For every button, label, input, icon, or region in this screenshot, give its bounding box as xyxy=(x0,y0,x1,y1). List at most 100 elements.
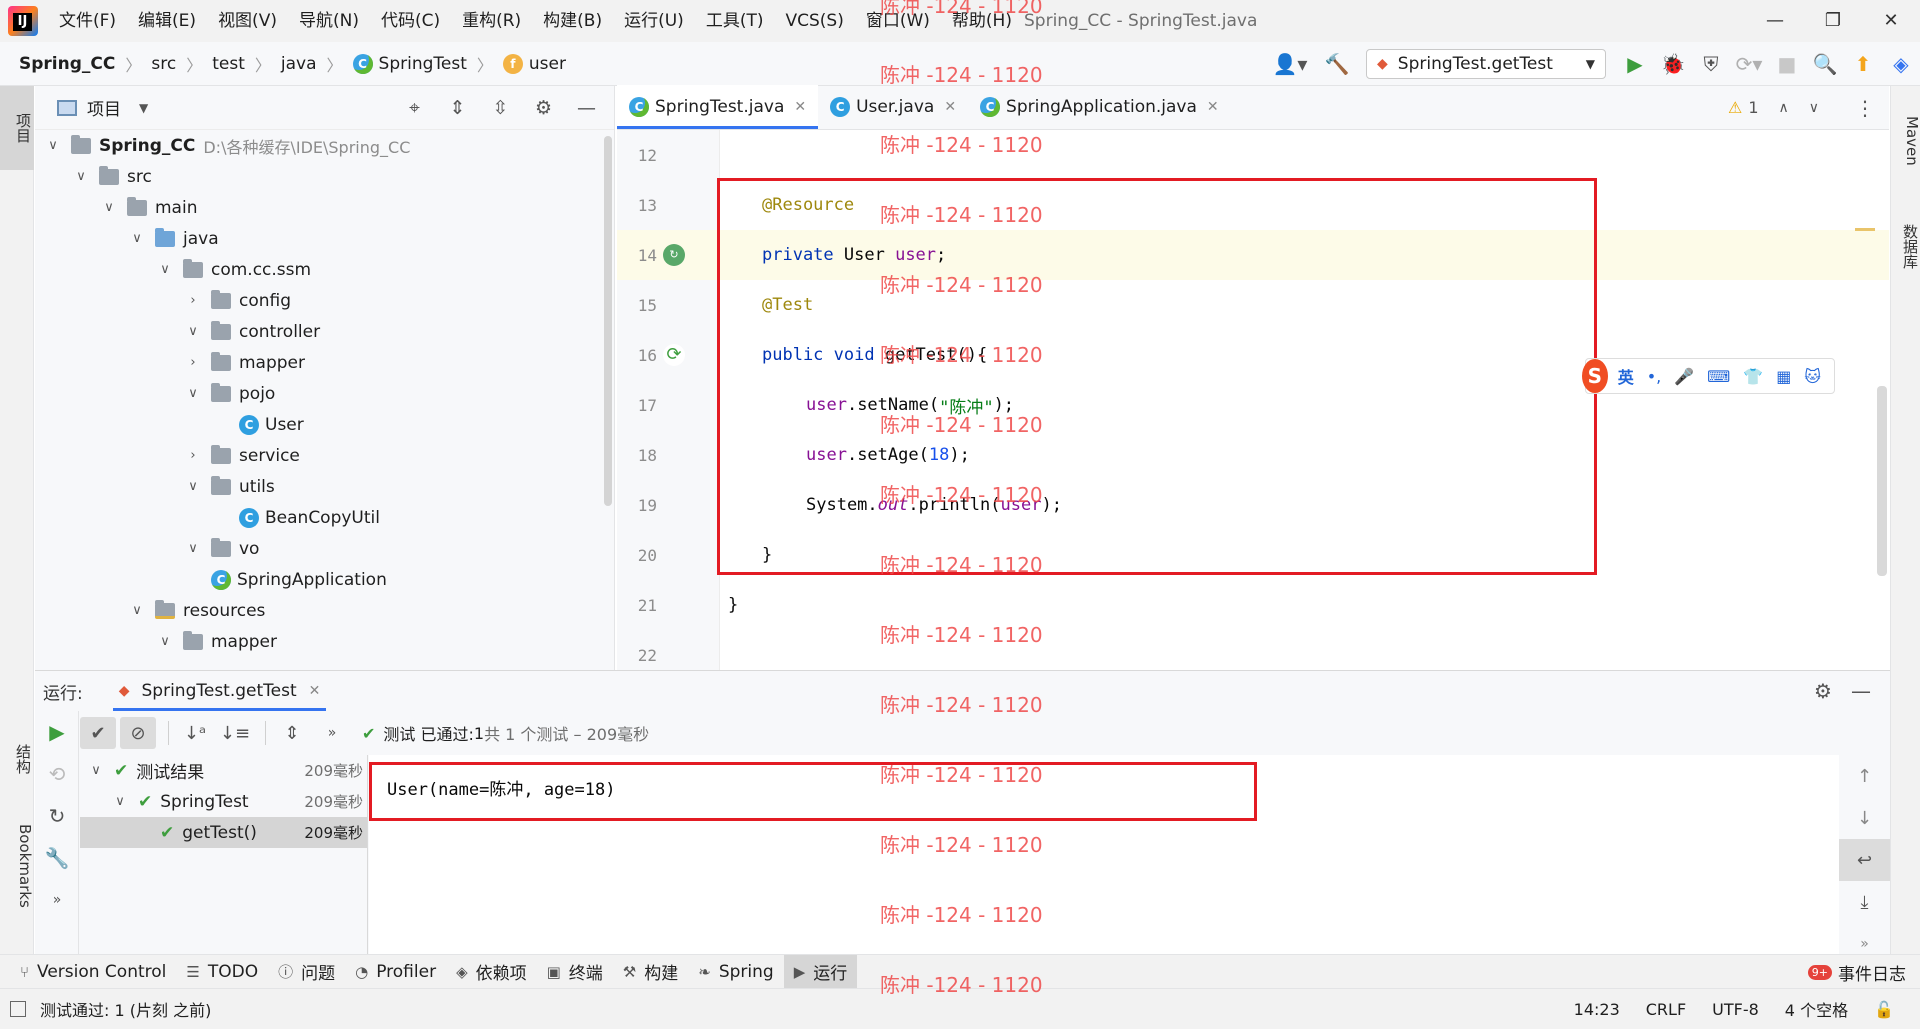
line-separator[interactable]: CRLF xyxy=(1646,1000,1686,1019)
tree-item-vo[interactable]: ∨ vo xyxy=(35,533,615,564)
structure-tool-tab[interactable]: 结构 xyxy=(0,724,34,794)
menu-navigate[interactable]: 导航(N) xyxy=(288,0,370,42)
skin-icon[interactable]: 👕 xyxy=(1743,367,1763,386)
inspection-widget[interactable]: ⚠ 1 ∧ ∨ xyxy=(1728,98,1819,117)
editor-scrollbar[interactable] xyxy=(1877,386,1887,576)
chevron-down-icon[interactable]: ∨ xyxy=(86,763,106,778)
close-tab-icon[interactable]: ✕ xyxy=(1207,99,1219,115)
close-tab-icon[interactable]: ✕ xyxy=(944,99,956,115)
chevron-down-icon[interactable]: ∨ xyxy=(71,169,91,184)
chevron-down-icon[interactable]: ∨ xyxy=(183,386,203,401)
more-options-icon[interactable]: ⋮ xyxy=(1855,96,1875,120)
menu-help[interactable]: 帮助(H) xyxy=(941,0,1023,42)
scroll-to-end-icon[interactable]: ⤓ xyxy=(1839,881,1890,923)
ime-toolbar[interactable]: S 英 •, 🎤 ⌨ 👕 ▦ 🐱 xyxy=(1582,358,1835,394)
tree-item-resources-mapper[interactable]: ∨ mapper xyxy=(35,626,615,657)
tool-run[interactable]: ▶ 运行 xyxy=(783,954,858,989)
sort-duration-icon[interactable]: ↓≡ xyxy=(217,717,253,749)
search-icon[interactable]: 🔍 xyxy=(1806,47,1844,81)
menu-code[interactable]: 代码(C) xyxy=(370,0,451,42)
tool-todo[interactable]: ☰ TODO xyxy=(176,955,268,989)
tool-version-control[interactable]: ⑂ Version Control xyxy=(10,955,176,989)
chevron-down-icon[interactable]: ∨ xyxy=(127,231,147,246)
profile-icon[interactable]: ⟳▾ xyxy=(1730,47,1768,81)
breadcrumb-src[interactable]: src xyxy=(151,54,176,74)
indent-setting[interactable]: 4 个空格 xyxy=(1785,997,1848,1021)
debug-icon[interactable]: 🐞 xyxy=(1654,47,1692,81)
breadcrumb-java[interactable]: java xyxy=(281,54,317,74)
project-view-selector[interactable]: 项目 ▼ xyxy=(57,95,148,120)
chevron-down-icon[interactable]: ∨ xyxy=(43,138,63,153)
user-account-icon[interactable]: 👤▾ xyxy=(1262,47,1318,81)
show-passed-icon[interactable]: ✔ xyxy=(80,717,116,749)
tool-build[interactable]: ⚒ 构建 xyxy=(613,955,688,989)
more-chevron-icon[interactable]: » xyxy=(314,717,350,749)
tool-spring[interactable]: ❧ Spring xyxy=(688,955,783,989)
chevron-down-icon[interactable]: ∨ xyxy=(110,794,130,809)
soft-wrap-icon[interactable]: ↩ xyxy=(1839,839,1890,881)
ime-language-toggle[interactable]: 英 xyxy=(1618,364,1634,388)
maven-tool-tab[interactable]: Maven xyxy=(1891,96,1920,186)
database-tool-tab[interactable]: 数据库 xyxy=(1891,206,1920,286)
show-ignored-icon[interactable]: ⊘ xyxy=(120,717,156,749)
run-test-gutter-icon[interactable]: ⟳ xyxy=(663,344,685,366)
stop-icon[interactable]: ■ xyxy=(1768,47,1806,81)
test-node-method[interactable]: ✔ getTest() 209毫秒 xyxy=(80,817,367,848)
rerun-failed-icon[interactable]: ⟲ xyxy=(35,753,79,795)
file-encoding[interactable]: UTF-8 xyxy=(1712,1000,1759,1019)
microphone-icon[interactable]: 🎤 xyxy=(1674,367,1694,386)
chevron-down-icon[interactable]: ∨ xyxy=(183,479,203,494)
chevron-down-icon[interactable]: ∨ xyxy=(99,200,119,215)
menu-tools[interactable]: 工具(T) xyxy=(695,0,775,42)
tree-item-java[interactable]: ∨ java xyxy=(35,223,615,254)
intellij-logo-icon[interactable] xyxy=(8,6,38,36)
tree-item-root[interactable]: ∨ Spring_CC D:\各种缓存\IDE\Spring_CC xyxy=(35,130,615,161)
chevron-up-icon[interactable]: ∧ xyxy=(1779,100,1789,116)
arrow-down-icon[interactable]: ↓ xyxy=(1839,797,1890,839)
close-tab-icon[interactable]: ✕ xyxy=(794,99,806,115)
chevron-down-icon[interactable]: ∨ xyxy=(155,634,175,649)
expand-all-icon[interactable]: ⇕ xyxy=(274,717,310,749)
rerun-icon[interactable]: ▶ xyxy=(35,711,79,753)
menu-build[interactable]: 构建(B) xyxy=(532,0,613,42)
tree-item-springapplication[interactable]: C SpringApplication xyxy=(35,564,615,595)
gear-icon[interactable]: ⚙ xyxy=(522,91,565,125)
run-tab-springtest[interactable]: ◆ SpringTest.getTest ✕ xyxy=(112,671,327,711)
project-scrollbar[interactable] xyxy=(604,136,612,506)
error-stripe-marker[interactable] xyxy=(1855,228,1875,231)
tree-item-package[interactable]: ∨ com.cc.ssm xyxy=(35,254,615,285)
restore-icon[interactable]: ❐ xyxy=(1804,0,1862,42)
tree-item-config[interactable]: › config xyxy=(35,285,615,316)
event-log-button[interactable]: 9+ 事件日志 xyxy=(1807,955,1906,989)
tree-item-src[interactable]: ∨ src xyxy=(35,161,615,192)
test-node-root[interactable]: ∨ ✔ 测试结果 209毫秒 xyxy=(80,755,367,786)
lock-icon[interactable]: 🔓 xyxy=(1874,1000,1894,1019)
chevron-right-icon[interactable]: › xyxy=(183,448,203,463)
chevron-down-icon[interactable]: ∨ xyxy=(183,324,203,339)
toolbox-icon[interactable]: ▦ xyxy=(1776,367,1791,386)
coverage-icon[interactable]: ⛨ xyxy=(1692,47,1730,81)
chevron-down-icon[interactable]: ∨ xyxy=(155,262,175,277)
test-node-class[interactable]: ∨ ✔ SpringTest 209毫秒 xyxy=(80,786,367,817)
update-icon[interactable]: ⬆ xyxy=(1844,47,1882,81)
tree-item-user-class[interactable]: C User xyxy=(35,409,615,440)
tree-item-beancopyutil[interactable]: C BeanCopyUtil xyxy=(35,502,615,533)
hide-panel-icon[interactable]: — xyxy=(565,91,608,125)
hide-panel-icon[interactable]: — xyxy=(1842,674,1880,708)
chevron-down-icon[interactable]: ∨ xyxy=(127,603,147,618)
chevron-right-icon[interactable]: › xyxy=(183,293,203,308)
menu-edit[interactable]: 编辑(E) xyxy=(127,0,207,42)
tree-item-controller[interactable]: ∨ controller xyxy=(35,316,615,347)
tab-user-java[interactable]: C User.java ✕ xyxy=(818,85,968,129)
tree-item-mapper[interactable]: › mapper xyxy=(35,347,615,378)
tool-problems[interactable]: ⓘ 问题 xyxy=(268,955,345,989)
build-hammer-icon[interactable]: 🔨 xyxy=(1318,47,1356,81)
tree-item-service[interactable]: › service xyxy=(35,440,615,471)
bookmarks-tool-tab[interactable]: Bookmarks xyxy=(0,806,34,926)
tree-item-pojo[interactable]: ∨ pojo xyxy=(35,378,615,409)
tool-profiler[interactable]: ◔ Profiler xyxy=(345,955,446,989)
menu-run[interactable]: 运行(U) xyxy=(613,0,695,42)
chevron-right-icon[interactable]: › xyxy=(183,355,203,370)
ime-punctuation-icon[interactable]: •, xyxy=(1647,367,1662,386)
tool-dependencies[interactable]: ◈ 依赖项 xyxy=(446,955,537,989)
